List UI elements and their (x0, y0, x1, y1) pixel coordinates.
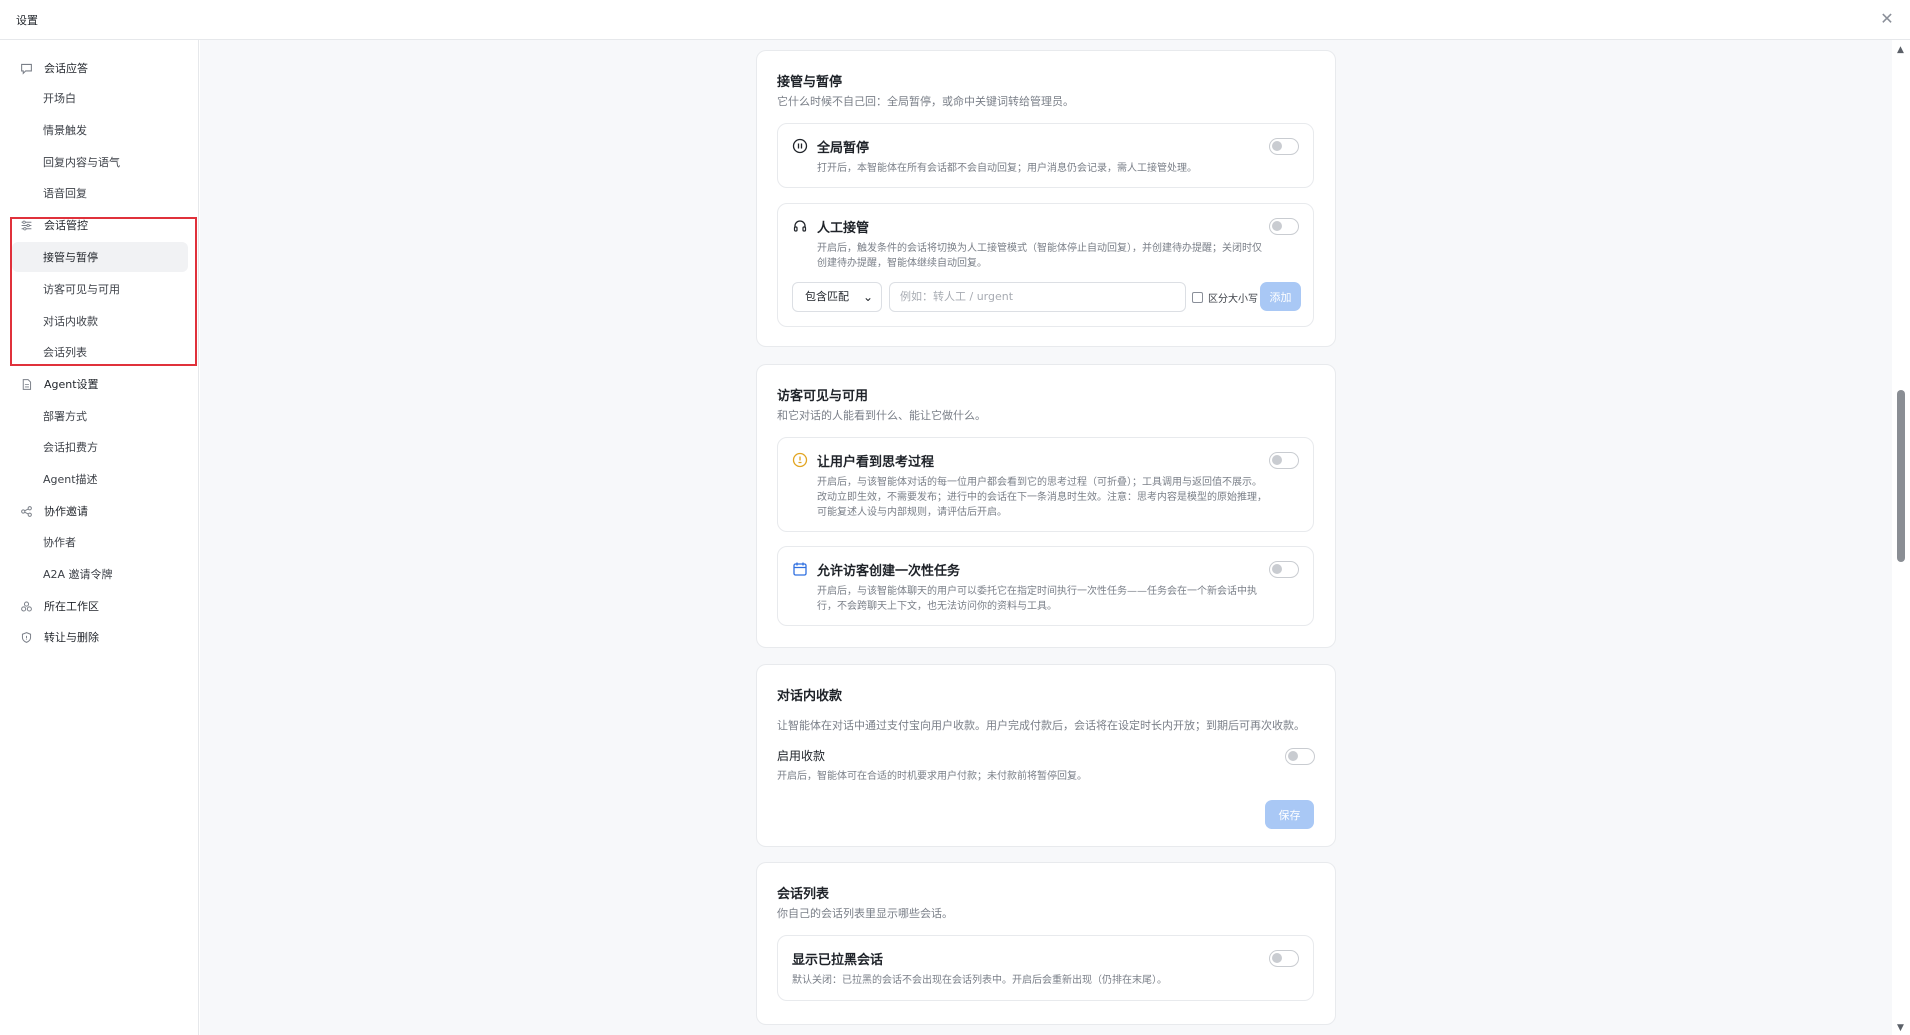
sidebar-group-transfer-delete[interactable]: 转让与删除 (18, 626, 99, 648)
card-subtitle: 让智能体在对话中通过支付宝向用户收款。用户完成付款后，会话将在设定时长内开放；到… (777, 719, 1305, 732)
task-title: 允许访客创建一次性任务 (817, 564, 961, 579)
card-title: 访客可见与可用 (777, 389, 869, 404)
case-sensitive-option[interactable]: 区分大小写 (1192, 290, 1258, 305)
case-sensitive-checkbox[interactable] (1192, 292, 1203, 303)
sidebar-item-voice-reply[interactable]: 语音回复 (12, 178, 188, 208)
match-mode-value: 包含匹配 (805, 290, 849, 303)
lightbulb-icon (792, 452, 808, 468)
chevron-down-icon: ⌄ (862, 290, 873, 304)
scroll-down-icon[interactable]: ▼ (1897, 1023, 1904, 1033)
sidebar-group-label: 协作邀请 (44, 505, 88, 518)
title-bar: 设置 ✕ (0, 0, 1910, 40)
card-visitor: 访客可见与可用 和它对话的人能看到什么、能让它做什么。 让用户看到思考过程 开启… (756, 364, 1336, 648)
thinking-card: 让用户看到思考过程 开启后，与该智能体对话的每一位用户都会看到它的思考过程（可折… (777, 437, 1314, 532)
thinking-toggle[interactable] (1269, 452, 1299, 469)
sidebar-group-agent-settings[interactable]: Agent设置 (18, 373, 99, 395)
manual-takeover-desc: 开启后，触发条件的会话将切换为人工接管模式（智能体停止自动回复），并创建待办提醒… (817, 243, 1262, 269)
sidebar-item-opening[interactable]: 开场白 (12, 83, 188, 113)
global-pause-toggle[interactable] (1269, 138, 1299, 155)
sidebar-group-label: 转让与删除 (44, 631, 99, 644)
task-toggle[interactable] (1269, 561, 1299, 578)
card-title: 会话列表 (777, 887, 830, 902)
card-takeover: 接管与暂停 它什么时候不自己回：全局暂停，或命中关键词转给管理员。 全局暂停 打… (756, 50, 1336, 347)
shield-icon (18, 629, 34, 645)
manual-takeover-title: 人工接管 (817, 221, 870, 236)
sidebar-item-reply-tone[interactable]: 回复内容与语气 (12, 147, 188, 177)
payment-enable-label: 启用收款 (777, 749, 826, 763)
workspace-icon (18, 598, 34, 614)
settings-sidebar: 会话应答 开场白 情景触发 回复内容与语气 语音回复 会话管控 接管与暂停 访客… (0, 40, 199, 1035)
global-pause-card: 全局暂停 打开后，本智能体在所有会话都不会自动回复；用户消息仍会记录，需人工接管… (777, 123, 1314, 188)
settings-content: 接管与暂停 它什么时候不自己回：全局暂停，或命中关键词转给管理员。 全局暂停 打… (200, 40, 1892, 1035)
thinking-desc: 开启后，与该智能体对话的每一位用户都会看到它的思考过程（可折叠）；工具调用与返回… (817, 477, 1267, 518)
chat-bubble-icon (18, 60, 34, 76)
blocked-sessions-toggle[interactable] (1269, 950, 1299, 967)
manual-takeover-toggle[interactable] (1269, 218, 1299, 235)
sidebar-item-a2a-token[interactable]: A2A 邀请令牌 (12, 559, 188, 589)
card-subtitle: 你自己的会话列表里显示哪些会话。 (777, 907, 953, 920)
pause-circle-icon (792, 138, 808, 154)
close-icon[interactable]: ✕ (1878, 10, 1896, 28)
sidebar-group-label: Agent设置 (44, 378, 99, 391)
sidebar-group-label: 会话应答 (44, 62, 88, 75)
save-button[interactable]: 保存 (1265, 800, 1314, 829)
card-payment: 对话内收款 让智能体在对话中通过支付宝向用户收款。用户完成付款后，会话将在设定时… (756, 664, 1336, 847)
sidebar-item-billing[interactable]: 会话扣费方 (12, 432, 188, 462)
share-icon (18, 503, 34, 519)
card-subtitle: 和它对话的人能看到什么、能让它做什么。 (777, 409, 986, 422)
card-session-list: 会话列表 你自己的会话列表里显示哪些会话。 显示已拉黑会话 默认关闭：已拉黑的会… (756, 862, 1336, 1025)
highlight-box (10, 217, 197, 366)
sidebar-item-deploy[interactable]: 部署方式 (12, 401, 188, 431)
sidebar-item-agent-desc[interactable]: Agent描述 (12, 464, 188, 494)
task-card: 允许访客创建一次性任务 开启后，与该智能体聊天的用户可以委托它在指定时间执行一次… (777, 546, 1314, 626)
add-keyword-button[interactable]: 添加 (1260, 282, 1301, 311)
match-mode-select[interactable]: 包含匹配 ⌄ (792, 282, 882, 312)
global-pause-title: 全局暂停 (817, 141, 870, 156)
sidebar-group-label: 所在工作区 (44, 600, 99, 613)
headset-icon (792, 218, 808, 234)
sidebar-group-conversation-reply[interactable]: 会话应答 (18, 57, 88, 79)
document-icon (18, 376, 34, 392)
keyword-input[interactable]: 例如：转人工 / urgent (889, 282, 1186, 312)
card-subtitle: 它什么时候不自己回：全局暂停，或命中关键词转给管理员。 (777, 95, 1074, 108)
blocked-sessions-card: 显示已拉黑会话 默认关闭：已拉黑的会话不会出现在会话列表中。开启后会重新出现（仍… (777, 935, 1314, 1001)
sidebar-group-collab[interactable]: 协作邀请 (18, 500, 88, 522)
manual-takeover-card: 人工接管 开启后，触发条件的会话将切换为人工接管模式（智能体停止自动回复），并创… (777, 203, 1314, 327)
main-scrollbar[interactable]: ▲ ▼ (1892, 40, 1910, 1035)
card-title: 对话内收款 (777, 689, 843, 704)
blocked-sessions-title: 显示已拉黑会话 (792, 953, 884, 968)
scroll-up-icon[interactable]: ▲ (1897, 45, 1904, 55)
card-title: 接管与暂停 (777, 75, 843, 90)
sidebar-item-collaborators[interactable]: 协作者 (12, 527, 188, 557)
payment-toggle[interactable] (1285, 748, 1315, 765)
global-pause-desc: 打开后，本智能体在所有会话都不会自动回复；用户消息仍会记录，需人工接管处理。 (817, 163, 1197, 174)
case-sensitive-label: 区分大小写 (1208, 294, 1258, 305)
blocked-sessions-desc: 默认关闭：已拉黑的会话不会出现在会话列表中。开启后会重新出现（仍排在末尾）。 (792, 975, 1167, 986)
payment-enable-desc: 开启后，智能体可在合适的时机要求用户付款；未付款前将暂停回复。 (777, 771, 1087, 782)
calendar-icon (792, 561, 808, 577)
thinking-title: 让用户看到思考过程 (817, 455, 935, 470)
task-desc: 开启后，与该智能体聊天的用户可以委托它在指定时间执行一次性任务——任务会在一个新… (817, 586, 1257, 612)
window-title: 设置 (16, 14, 38, 27)
sidebar-group-workspace[interactable]: 所在工作区 (18, 595, 99, 617)
scroll-thumb[interactable] (1897, 390, 1905, 562)
sidebar-item-scenario-trigger[interactable]: 情景触发 (12, 115, 188, 145)
